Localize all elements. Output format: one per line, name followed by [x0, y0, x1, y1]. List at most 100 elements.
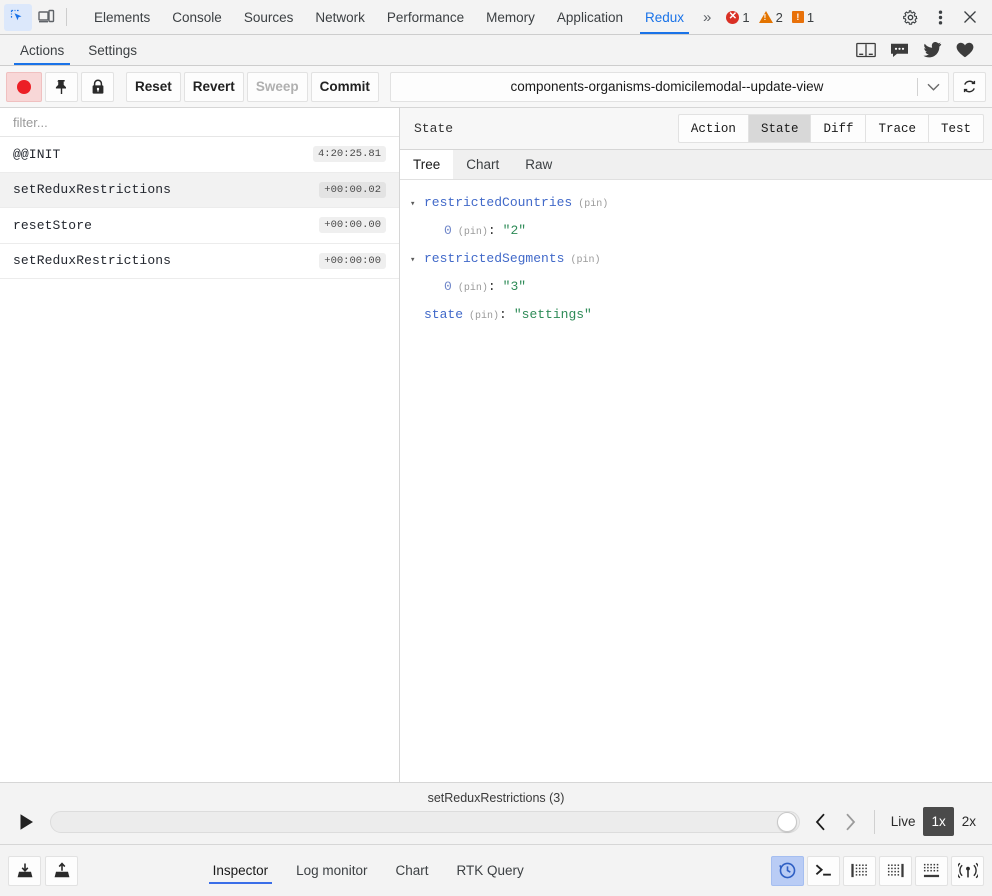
error-count: 1: [742, 9, 750, 25]
reset-button[interactable]: Reset: [126, 71, 181, 102]
pin-label[interactable]: (pin): [578, 192, 608, 218]
revert-button[interactable]: Revert: [183, 71, 244, 102]
terminal-icon[interactable]: [807, 855, 840, 886]
pin-label[interactable]: (pin): [469, 304, 499, 330]
tree-key[interactable]: 0: [444, 218, 452, 244]
current-action-label: setReduxRestrictions (3): [427, 791, 565, 805]
page-title: State: [414, 121, 454, 136]
slider-thumb[interactable]: [776, 811, 797, 832]
tree-key[interactable]: restrictedSegments: [424, 246, 564, 272]
import-icon[interactable]: [8, 855, 41, 886]
tree-value[interactable]: "2": [503, 218, 526, 244]
tab-inspector[interactable]: Inspector: [199, 845, 283, 896]
pin-label[interactable]: (pin): [458, 276, 488, 302]
action-name: resetStore: [13, 217, 93, 233]
issue-counter[interactable]: ! 1: [789, 10, 817, 25]
chevron-left-icon[interactable]: [806, 807, 836, 837]
tab-label: Elements: [94, 9, 151, 25]
tab-rtk-query[interactable]: RTK Query: [442, 845, 537, 896]
close-icon[interactable]: [956, 4, 984, 31]
tab-sources[interactable]: Sources: [233, 0, 305, 34]
speed-live-button[interactable]: Live: [883, 807, 924, 836]
state-tree[interactable]: ▾ restrictedCountries (pin) 0 (pin) : "2…: [400, 180, 992, 782]
broadcast-icon[interactable]: [951, 855, 984, 886]
pin-label[interactable]: (pin): [570, 248, 600, 274]
pin-icon[interactable]: [45, 71, 78, 102]
chevron-down-icon[interactable]: ▾: [410, 247, 424, 273]
tree-node-restrictedcountries[interactable]: ▾ restrictedCountries (pin): [400, 190, 992, 218]
refresh-icon[interactable]: [953, 71, 986, 102]
tree-key[interactable]: restrictedCountries: [424, 190, 572, 216]
segment-action[interactable]: Action: [677, 114, 748, 143]
error-icon: ✕: [726, 10, 740, 24]
record-circle-icon[interactable]: [6, 71, 42, 102]
heart-icon[interactable]: [956, 42, 974, 58]
dock-right-icon[interactable]: [879, 855, 912, 886]
action-list[interactable]: @@INIT 4:20:25.81 setReduxRestrictions +…: [0, 137, 399, 782]
tab-application[interactable]: Application: [546, 0, 634, 34]
export-icon[interactable]: [45, 855, 78, 886]
tree-value[interactable]: "settings": [514, 302, 592, 328]
list-item[interactable]: @@INIT 4:20:25.81: [0, 137, 399, 173]
tab-settings[interactable]: Settings: [76, 35, 149, 65]
inspect-element-icon[interactable]: [4, 3, 32, 31]
tab-console[interactable]: Console: [161, 0, 233, 34]
list-item[interactable]: setReduxRestrictions +00:00:00: [0, 244, 399, 279]
dock-left-icon[interactable]: [843, 855, 876, 886]
tree-node-restrictedsegments-0[interactable]: 0 (pin) : "3": [400, 274, 992, 302]
play-icon[interactable]: [10, 807, 44, 837]
redux-devtools-window: Elements Console Sources Network Perform…: [0, 0, 992, 896]
actions-pane: @@INIT 4:20:25.81 setReduxRestrictions +…: [0, 108, 400, 782]
more-tabs-icon[interactable]: »: [695, 0, 719, 34]
lock-icon[interactable]: [81, 71, 114, 102]
tree-node-restrictedsegments[interactable]: ▾ restrictedSegments (pin): [400, 246, 992, 274]
chevron-right-icon[interactable]: [836, 807, 866, 837]
segment-state[interactable]: State: [747, 114, 811, 143]
subtab-chart[interactable]: Chart: [453, 150, 512, 179]
device-toolbar-icon[interactable]: [32, 4, 60, 31]
tab-performance[interactable]: Performance: [376, 0, 475, 34]
twitter-icon[interactable]: [923, 42, 942, 58]
list-item[interactable]: resetStore +00:00.00: [0, 208, 399, 244]
pin-label[interactable]: (pin): [458, 220, 488, 246]
tree-key[interactable]: 0: [444, 274, 452, 300]
search-input[interactable]: [13, 114, 386, 130]
settings-gear-icon[interactable]: [896, 4, 924, 31]
time-travel-icon[interactable]: [771, 855, 804, 886]
segment-test[interactable]: Test: [927, 114, 984, 143]
subtab-raw[interactable]: Raw: [512, 150, 565, 179]
more-vertical-icon[interactable]: [926, 4, 954, 31]
tab-label: Application: [556, 9, 623, 25]
tree-value[interactable]: "3": [503, 274, 526, 300]
tab-network[interactable]: Network: [304, 0, 376, 34]
tree-node-state[interactable]: state (pin) : "settings": [400, 302, 992, 330]
error-counter[interactable]: ✕ 1: [723, 10, 752, 25]
tree-node-restrictedcountries-0[interactable]: 0 (pin) : "2": [400, 218, 992, 246]
tab-chart[interactable]: Chart: [381, 845, 442, 896]
tree-key[interactable]: state: [424, 302, 463, 328]
tree-colon: :: [499, 307, 507, 322]
subtab-tree[interactable]: Tree: [400, 150, 454, 179]
tab-label: Network: [315, 9, 365, 25]
commit-button[interactable]: Commit: [310, 71, 379, 102]
speed-2x-button[interactable]: 2x: [954, 807, 984, 836]
chevron-down-icon[interactable]: ▾: [410, 191, 424, 217]
sweep-button[interactable]: Sweep: [246, 71, 308, 102]
instance-select[interactable]: components-organisms-domicilemodal--upda…: [389, 71, 949, 102]
tab-log-monitor[interactable]: Log monitor: [282, 845, 381, 896]
segment-diff[interactable]: Diff: [810, 114, 866, 143]
list-item[interactable]: setReduxRestrictions +00:00.02: [0, 172, 399, 208]
warning-counter[interactable]: 2: [756, 10, 786, 25]
tab-redux[interactable]: Redux: [634, 0, 695, 34]
book-icon[interactable]: [856, 42, 876, 58]
dock-bottom-icon[interactable]: [915, 855, 948, 886]
tab-elements[interactable]: Elements: [83, 0, 161, 34]
tab-memory[interactable]: Memory: [475, 0, 546, 34]
devtools-tabs: Elements Console Sources Network Perform…: [83, 0, 695, 34]
segment-trace[interactable]: Trace: [865, 114, 928, 143]
speed-1x-button[interactable]: 1x: [923, 807, 954, 836]
tab-actions[interactable]: Actions: [8, 35, 76, 65]
chat-bubble-icon[interactable]: [890, 42, 909, 58]
chevron-down-icon[interactable]: [918, 83, 948, 91]
timeline-slider[interactable]: [50, 810, 800, 833]
